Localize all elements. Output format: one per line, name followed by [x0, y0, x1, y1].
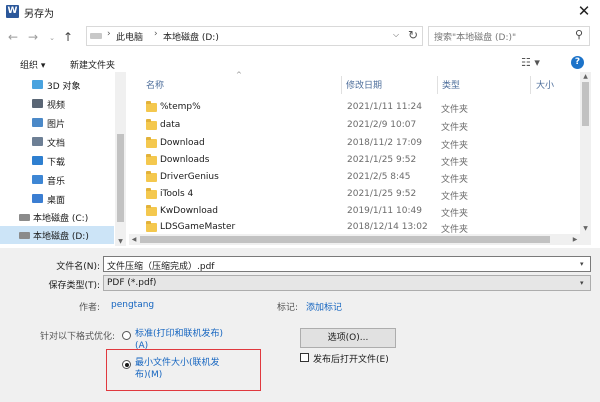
word-app-icon: W	[6, 5, 19, 18]
cube-icon	[32, 80, 43, 89]
sort-ascending-icon: ^	[236, 71, 242, 79]
video-icon	[32, 99, 43, 108]
scroll-right-icon[interactable]: ▶	[570, 236, 580, 243]
folder-icon	[146, 137, 157, 148]
up-arrow-icon[interactable]: ↑	[61, 30, 75, 44]
add-tags-link[interactable]: 添加标记	[306, 300, 342, 313]
highlight-box	[106, 349, 261, 391]
chevron-down-icon[interactable]: ⌵	[393, 30, 399, 40]
column-divider[interactable]	[437, 76, 438, 94]
optimize-label: 针对以下格式优化:	[40, 332, 116, 342]
download-icon	[32, 156, 43, 165]
folder-icon	[146, 171, 157, 182]
filename-label: 文件名(N):	[56, 262, 100, 272]
column-divider[interactable]	[341, 76, 342, 94]
radio-minimum-label[interactable]: 最小文件大小(联机发	[135, 357, 220, 369]
breadcrumb-this-pc[interactable]: 此电脑	[116, 30, 143, 43]
chevron-down-icon[interactable]: ▾	[580, 260, 584, 268]
nav-item-documents[interactable]: 文档	[2, 133, 114, 151]
radio-minimum-size[interactable]	[122, 360, 131, 369]
scroll-up-icon[interactable]: ▲	[580, 73, 591, 80]
search-placeholder: 搜索"本地磁盘 (D:)"	[434, 33, 517, 43]
open-after-publish-label[interactable]: 发布后打开文件(E)	[313, 352, 389, 365]
file-row[interactable]: Downloads 2021/1/25 9:52 文件夹	[142, 152, 574, 170]
breadcrumb-separator: ›	[107, 29, 111, 39]
desktop-icon	[32, 194, 43, 203]
author-value[interactable]: pengtang	[111, 300, 154, 310]
picture-icon	[32, 118, 43, 127]
refresh-icon[interactable]: ↻	[408, 28, 418, 42]
folder-icon	[146, 205, 157, 216]
organize-button[interactable]: 组织 ▾	[20, 58, 45, 71]
chevron-down-icon[interactable]: ▾	[580, 279, 584, 287]
radio-standard-label[interactable]: 标准(打印和联机发布)	[135, 328, 223, 340]
search-icon[interactable]: ⚲	[572, 28, 586, 42]
scroll-down-icon[interactable]: ▼	[115, 238, 126, 245]
back-arrow-icon[interactable]: ←	[6, 30, 20, 44]
folder-icon	[146, 119, 157, 130]
drive-icon	[19, 232, 30, 239]
new-folder-button[interactable]: 新建文件夹	[70, 58, 115, 71]
view-options-icon[interactable]: ☷ ▾	[521, 56, 540, 69]
column-header-modified[interactable]: 修改日期	[346, 78, 382, 91]
column-header-type[interactable]: 类型	[442, 78, 460, 91]
folder-icon	[146, 101, 157, 112]
savetype-label: 保存类型(T):	[48, 281, 100, 291]
drive-icon	[90, 33, 102, 39]
file-row[interactable]: iTools 4 2021/1/25 9:52 文件夹	[142, 186, 574, 204]
breadcrumb-separator: ›	[154, 29, 158, 39]
file-row[interactable]: Download 2018/11/2 17:09 文件夹	[142, 135, 574, 153]
tags-label: 标记:	[276, 303, 298, 313]
radio-minimum-label-2[interactable]: 布)(M)	[135, 369, 162, 381]
document-icon	[32, 137, 43, 146]
nav-item-drive-d[interactable]: 本地磁盘 (D:)	[0, 226, 114, 244]
nav-scroll-thumb[interactable]	[117, 134, 124, 222]
nav-item-music[interactable]: 音乐	[2, 171, 114, 189]
author-label: 作者:	[78, 303, 100, 313]
forward-arrow-icon[interactable]: →	[26, 30, 40, 44]
nav-item-drive-c[interactable]: 本地磁盘 (C:)	[2, 208, 114, 226]
folder-icon	[146, 188, 157, 199]
help-icon[interactable]: ?	[571, 56, 584, 69]
column-header-size[interactable]: 大小	[536, 78, 554, 91]
drive-icon	[19, 214, 30, 221]
savetype-value: PDF (*.pdf)	[107, 278, 157, 288]
nav-item-videos[interactable]: 视频	[2, 95, 114, 113]
nav-item-pictures[interactable]: 图片	[2, 114, 114, 132]
nav-item-3d-objects[interactable]: 3D 对象	[2, 76, 114, 94]
close-icon[interactable]: ✕	[574, 2, 594, 20]
recent-locations-icon[interactable]: ⌄	[45, 31, 59, 45]
scroll-down-icon[interactable]: ▼	[580, 225, 591, 232]
file-list-scroll-thumb[interactable]	[582, 82, 589, 126]
file-row[interactable]: %temp% 2021/1/11 11:24 文件夹	[142, 99, 574, 117]
scroll-left-icon[interactable]: ◀	[129, 236, 139, 243]
nav-item-desktop[interactable]: 桌面	[2, 190, 114, 208]
open-after-publish-checkbox[interactable]	[300, 353, 309, 362]
breadcrumb-drive-d[interactable]: 本地磁盘 (D:)	[163, 30, 219, 43]
nav-item-downloads[interactable]: 下载	[2, 152, 114, 170]
options-button[interactable]: 选项(O)...	[300, 328, 396, 348]
title-bar	[0, 0, 600, 24]
radio-standard[interactable]	[122, 331, 131, 340]
horizontal-scroll-thumb[interactable]	[140, 236, 550, 243]
file-row[interactable]: data 2021/2/9 10:07 文件夹	[142, 117, 574, 135]
savetype-select[interactable]	[103, 275, 591, 291]
filename-value: 文件压缩（压缩完成）.pdf	[107, 262, 215, 272]
folder-icon	[146, 154, 157, 165]
window-title: 另存为	[24, 9, 54, 20]
column-divider[interactable]	[530, 76, 531, 94]
column-header-name[interactable]: 名称	[146, 78, 164, 91]
folder-icon	[146, 221, 157, 232]
file-row[interactable]: DriverGenius 2021/2/5 8:45 文件夹	[142, 169, 574, 187]
music-icon	[32, 175, 43, 184]
